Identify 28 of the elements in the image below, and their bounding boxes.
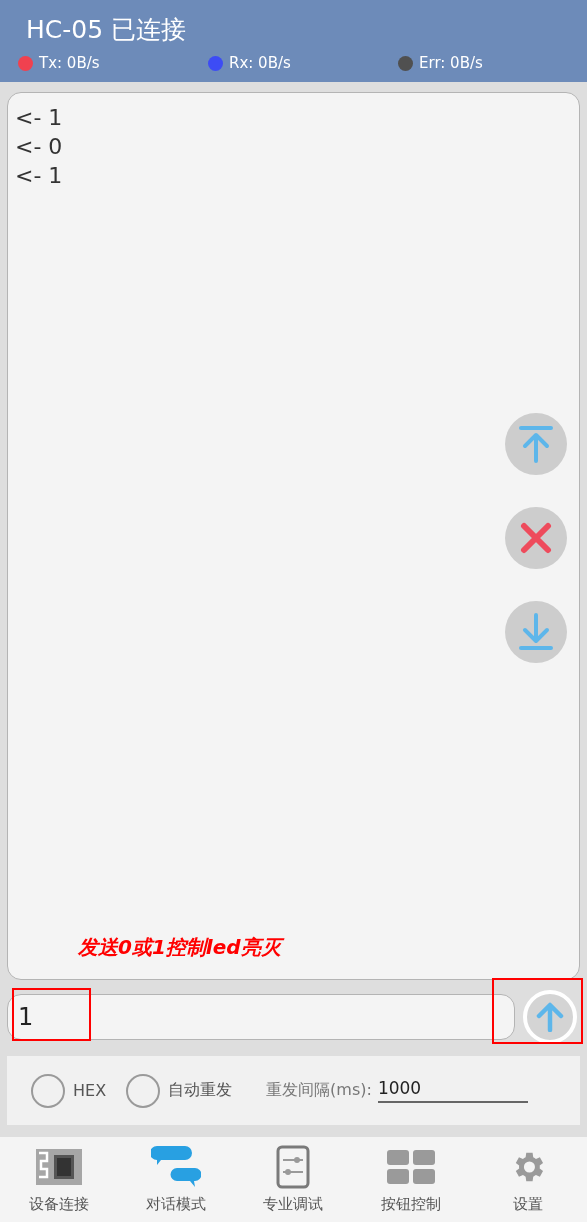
nav-tab[interactable]: 设备连接 — [0, 1137, 118, 1222]
radio-button[interactable] — [31, 1073, 65, 1108]
nav-tab[interactable]: 对话模式 — [117, 1137, 235, 1222]
sliders-icon — [276, 1145, 311, 1189]
log-line: <- 0 — [15, 133, 63, 161]
arrow-to-bottom-icon — [519, 613, 553, 651]
send-button[interactable] — [523, 990, 577, 1044]
chat-icon — [151, 1146, 202, 1188]
nav-tab[interactable]: 设置 — [469, 1137, 587, 1222]
grid-icon — [386, 1150, 435, 1184]
field-label: 重发间隔(ms): — [266, 1080, 372, 1101]
nav-tab[interactable]: 按钮控制 — [352, 1137, 470, 1222]
radio-button[interactable] — [126, 1073, 161, 1108]
arrow-up-icon — [536, 1002, 564, 1032]
input-field[interactable]: 1 — [7, 994, 515, 1040]
window-title: HC-05 已连接 — [25, 14, 188, 46]
log-line: <- 1 — [15, 162, 63, 190]
chip-icon — [35, 1149, 82, 1185]
nav-tab[interactable]: 专业调试 — [234, 1137, 353, 1222]
arrow-to-top-icon — [519, 425, 553, 463]
radio-label: 自动重发 — [168, 1080, 233, 1101]
radio-label: HEX — [73, 1081, 107, 1100]
rate-label: Rx: 0B/s — [229, 54, 291, 72]
close-icon — [520, 522, 552, 554]
log-line: <- 1 — [15, 104, 63, 132]
rate-label: Tx: 0B/s — [39, 54, 100, 72]
interval-field[interactable]: 1000 — [377, 1078, 528, 1103]
rate-label: Err: 0B/s — [419, 54, 483, 72]
